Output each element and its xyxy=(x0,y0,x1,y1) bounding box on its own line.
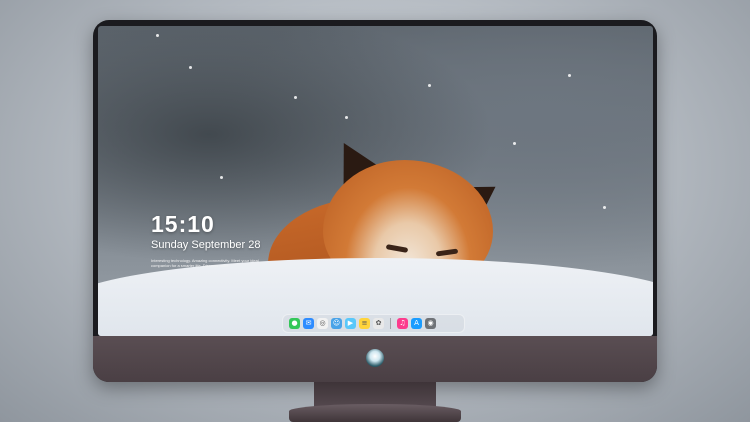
compass-icon[interactable]: ◎ xyxy=(317,318,328,329)
dock-separator xyxy=(390,318,391,329)
photos-icon[interactable]: ✿ xyxy=(373,318,384,329)
monitor-stand-base xyxy=(289,404,461,422)
notes-icon[interactable]: ≡ xyxy=(359,318,370,329)
brand-logo-icon xyxy=(366,349,384,367)
music-icon[interactable]: ♫ xyxy=(397,318,408,329)
snowflake xyxy=(294,96,297,99)
lock-screen xyxy=(98,26,653,336)
snowflake xyxy=(603,206,606,209)
lock-date: Sunday September 28 xyxy=(151,239,261,251)
snowflake xyxy=(568,74,571,77)
mail-icon[interactable]: ✉ xyxy=(303,318,314,329)
dock: ● ✉ ◎ ☺ ▶ ≡ ✿ ♫ A ◉ xyxy=(282,314,465,333)
snowflake xyxy=(220,176,223,179)
snowflake xyxy=(345,116,348,119)
finder-icon[interactable]: ☺ xyxy=(331,318,342,329)
lock-tagline: Interesting technology. Amazing connecti… xyxy=(151,258,259,268)
snowflake xyxy=(428,84,431,87)
snowflake xyxy=(156,34,159,37)
video-icon[interactable]: ▶ xyxy=(345,318,356,329)
app-store-icon[interactable]: A xyxy=(411,318,422,329)
messages-icon[interactable]: ● xyxy=(289,318,300,329)
lock-clock: 15:10 xyxy=(151,211,215,237)
snowflake xyxy=(189,66,192,69)
camera-icon[interactable]: ◉ xyxy=(425,318,436,329)
